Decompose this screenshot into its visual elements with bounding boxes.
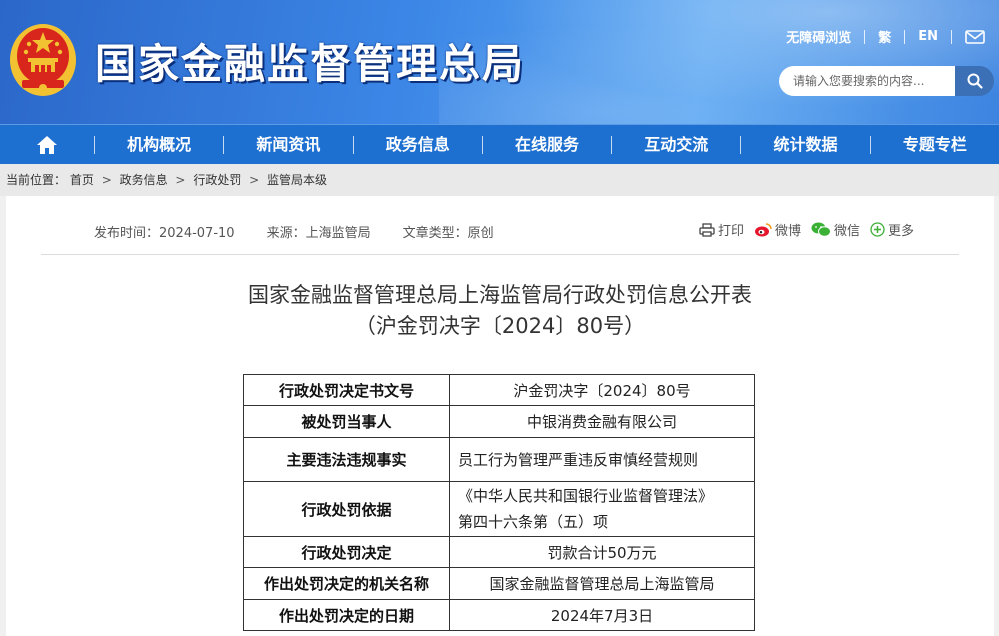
table-value-line1: 《中华人民共和国银行业监督管理法》 [458, 487, 714, 505]
table-row: 作出处罚决定的机关名称 国家金融监督管理总局上海监管局 [243, 567, 755, 600]
site-title[interactable]: 国家金融监督管理总局 [95, 30, 525, 90]
table-key: 作出处罚决定的日期 [243, 599, 450, 631]
table-value: 中银消费金融有限公司 [449, 405, 755, 438]
search-icon [967, 73, 983, 89]
article-title-line2: （沪金罚决字〔2024〕80号） [354, 314, 646, 338]
table-row: 行政处罚依据 《中华人民共和国银行业监督管理法》 第四十六条第（五）项 [243, 481, 755, 537]
table-key: 行政处罚决定书文号 [243, 374, 450, 406]
breadcrumb-bureau[interactable]: 监管局本级 [267, 173, 327, 187]
top-links: 无障碍浏览 繁 EN [786, 27, 985, 46]
nav-item-special-topics[interactable]: 专题专栏 [871, 125, 999, 165]
article-source: 来源：上海监管局 [266, 226, 371, 241]
table-value: 员工行为管理严重违反审慎经营规则 [449, 437, 755, 482]
breadcrumb-label: 当前位置： [6, 173, 67, 187]
traditional-chinese-link[interactable]: 繁 [878, 27, 891, 46]
more-share-button[interactable]: 更多 [870, 220, 914, 239]
wechat-icon [811, 222, 831, 237]
table-row: 被处罚当事人 中银消费金融有限公司 [243, 405, 755, 438]
table-row: 行政处罚决定书文号 沪金罚决字〔2024〕80号 [243, 374, 755, 406]
penalty-info-table: 行政处罚决定书文号 沪金罚决字〔2024〕80号 被处罚当事人 中银消费金融有限… [243, 374, 755, 631]
breadcrumb-government-info[interactable]: 政务信息 [120, 173, 168, 187]
national-emblem-icon[interactable] [8, 18, 78, 98]
breadcrumb-separator: > [249, 173, 260, 187]
accessibility-link[interactable]: 无障碍浏览 [786, 27, 851, 46]
site-header: 国家金融监督管理总局 无障碍浏览 繁 EN [0, 0, 999, 124]
table-key: 行政处罚依据 [243, 481, 450, 537]
article-type: 文章类型：原创 [402, 226, 494, 241]
nav-item-statistics[interactable]: 统计数据 [741, 125, 869, 165]
breadcrumb-penalties[interactable]: 行政处罚 [193, 173, 241, 187]
plus-circle-icon [870, 222, 885, 237]
publish-date: 发布时间：2024-07-10 [94, 226, 235, 241]
mail-icon[interactable] [965, 29, 985, 44]
table-value: 2024年7月3日 [449, 599, 755, 631]
nav-item-about[interactable]: 机构概况 [95, 125, 223, 165]
article-title-line1: 国家金融监督管理总局上海监管局行政处罚信息公开表 [248, 283, 752, 307]
nav-home[interactable] [0, 125, 94, 165]
search-box [779, 66, 994, 96]
table-value-line2: 第四十六条第（五）项 [458, 513, 609, 531]
table-key: 被处罚当事人 [243, 405, 450, 438]
nav-item-government-info[interactable]: 政务信息 [354, 125, 482, 165]
weibo-icon [754, 223, 772, 237]
home-icon [37, 135, 57, 154]
english-link[interactable]: EN [918, 29, 938, 44]
table-row: 主要违法违规事实 员工行为管理严重违反审慎经营规则 [243, 437, 755, 482]
weibo-share-button[interactable]: 微博 [754, 220, 801, 239]
table-key: 主要违法违规事实 [243, 437, 450, 482]
table-value: 国家金融监督管理总局上海监管局 [449, 567, 755, 600]
nav-item-news[interactable]: 新闻资讯 [224, 125, 352, 165]
article-title: 国家金融监督管理总局上海监管局行政处罚信息公开表 （沪金罚决字〔2024〕80号… [6, 280, 994, 342]
table-value: 《中华人民共和国银行业监督管理法》 第四十六条第（五）项 [449, 481, 755, 537]
wechat-label: 微信 [833, 224, 860, 239]
search-input[interactable] [779, 66, 955, 96]
article-card: 发布时间：2024-07-10 来源：上海监管局 文章类型：原创 打印 微博 微… [6, 196, 994, 636]
divider [904, 29, 906, 44]
article-meta: 发布时间：2024-07-10 来源：上海监管局 文章类型：原创 [94, 222, 526, 241]
breadcrumb-separator: > [101, 173, 112, 187]
main-nav: 机构概况 新闻资讯 政务信息 在线服务 互动交流 统计数据 专题专栏 [0, 124, 999, 164]
breadcrumb: 当前位置： 首页 > 政务信息 > 行政处罚 > 监管局本级 [0, 164, 999, 196]
divider [864, 29, 866, 44]
table-row: 作出处罚决定的日期 2024年7月3日 [243, 599, 755, 631]
printer-icon [699, 222, 715, 237]
breadcrumb-separator: > [175, 173, 186, 187]
weibo-label: 微博 [774, 224, 801, 239]
divider [41, 254, 959, 255]
print-button[interactable]: 打印 [699, 220, 744, 239]
nav-item-interaction[interactable]: 互动交流 [612, 125, 740, 165]
table-value: 沪金罚决字〔2024〕80号 [449, 374, 755, 406]
wechat-share-button[interactable]: 微信 [811, 220, 860, 239]
more-label: 更多 [887, 224, 914, 239]
nav-item-online-services[interactable]: 在线服务 [483, 125, 611, 165]
table-value: 罚款合计50万元 [449, 536, 755, 568]
search-button[interactable] [955, 66, 994, 96]
table-row: 行政处罚决定 罚款合计50万元 [243, 536, 755, 568]
print-label: 打印 [717, 224, 744, 239]
table-key: 作出处罚决定的机关名称 [243, 567, 450, 600]
divider [951, 29, 952, 44]
share-bar: 打印 微博 微信 更多 [689, 220, 914, 239]
breadcrumb-home[interactable]: 首页 [70, 173, 94, 187]
table-key: 行政处罚决定 [243, 536, 450, 568]
